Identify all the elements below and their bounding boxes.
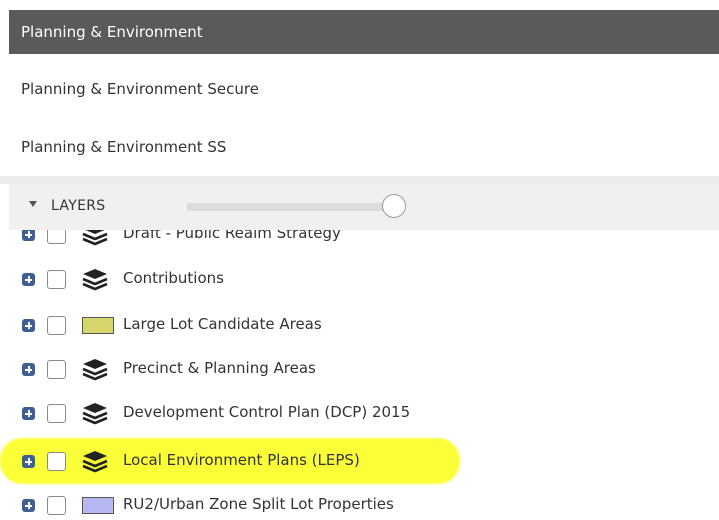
expand-plus-icon[interactable] [22, 230, 35, 241]
layers-stack-icon [82, 230, 108, 246]
expand-plus-icon[interactable] [22, 273, 35, 286]
layer-row: Draft - Public Realm Strategy [0, 230, 719, 256]
layer-label: Large Lot Candidate Areas [123, 315, 322, 333]
expand-plus-icon[interactable] [22, 407, 35, 420]
caret-down-icon[interactable] [29, 201, 37, 207]
layers-stack-icon [82, 403, 108, 425]
layers-header[interactable]: LAYERS [9, 184, 719, 230]
menu-item-label: Planning & Environment [21, 23, 203, 41]
section-divider [0, 176, 719, 184]
layer-label: Precinct & Planning Areas [123, 359, 316, 377]
menu-item-label: Planning & Environment Secure [21, 80, 259, 98]
layer-row: Large Lot Candidate Areas [0, 306, 719, 346]
menu-item-planning-environment-secure[interactable]: Planning & Environment Secure [9, 66, 719, 112]
layer-checkbox[interactable] [47, 230, 66, 244]
expand-plus-icon[interactable] [22, 363, 35, 376]
menu-item-planning-environment-ss[interactable]: Planning & Environment SS [9, 124, 719, 170]
legend-swatch [82, 497, 114, 514]
layer-label: Draft - Public Realm Strategy [123, 230, 341, 242]
expand-plus-icon[interactable] [22, 319, 35, 332]
layer-row: RU2/Urban Zone Split Lot Properties [0, 486, 719, 520]
layer-row: Precinct & Planning Areas [0, 350, 719, 390]
layer-row: Development Control Plan (DCP) 2015 [0, 394, 719, 434]
layer-checkbox[interactable] [47, 496, 66, 515]
layers-stack-icon [82, 451, 108, 473]
expand-plus-icon[interactable] [22, 455, 35, 468]
layer-label: Development Control Plan (DCP) 2015 [123, 403, 411, 421]
expand-plus-icon[interactable] [22, 499, 35, 512]
layer-checkbox[interactable] [47, 404, 66, 423]
menu-item-label: Planning & Environment SS [21, 138, 227, 156]
layer-checkbox[interactable] [47, 316, 66, 335]
layer-checkbox[interactable] [47, 270, 66, 289]
menu-item-planning-environment[interactable]: Planning & Environment [9, 10, 719, 54]
layer-list: Draft - Public Realm Strategy Contributi… [0, 230, 719, 520]
layers-stack-icon [82, 359, 108, 381]
layer-label: Local Environment Plans (LEPS) [123, 451, 360, 469]
opacity-slider-handle[interactable] [382, 194, 406, 218]
legend-swatch [82, 317, 114, 334]
layers-title: LAYERS [51, 198, 106, 214]
layer-label: RU2/Urban Zone Split Lot Properties [123, 495, 394, 513]
layer-row-highlighted: Local Environment Plans (LEPS) [0, 442, 719, 482]
layer-checkbox[interactable] [47, 452, 66, 471]
layer-label: Contributions [123, 269, 224, 287]
layer-checkbox[interactable] [47, 360, 66, 379]
opacity-slider[interactable] [187, 203, 405, 211]
layers-stack-icon [82, 269, 108, 291]
layer-row: Contributions [0, 260, 719, 300]
